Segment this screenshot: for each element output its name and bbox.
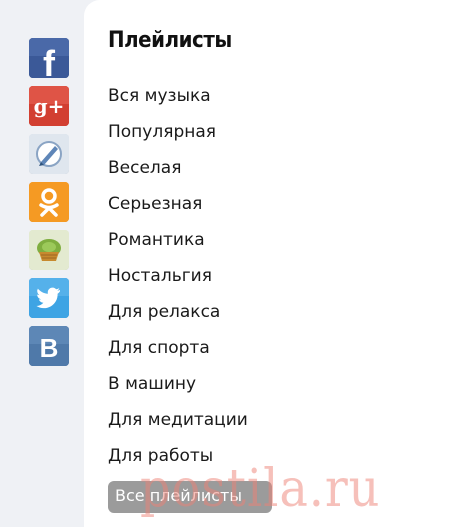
- liveinternet-share-button[interactable]: [29, 230, 69, 270]
- liveinternet-icon: [29, 230, 69, 270]
- google-plus-glyph: g+: [34, 94, 65, 118]
- twitter-share-button[interactable]: [29, 278, 69, 318]
- playlist-link[interactable]: Популярная: [108, 119, 248, 155]
- odnoklassniki-icon: [29, 182, 69, 222]
- twitter-icon: [29, 278, 69, 318]
- livejournal-icon: [29, 134, 69, 174]
- playlist-link[interactable]: В машину: [108, 371, 248, 407]
- playlist-list: Вся музыка Популярная Веселая Серьезная …: [108, 83, 248, 479]
- all-playlists-button[interactable]: Все плейлисты: [108, 481, 272, 513]
- playlist-link[interactable]: Веселая: [108, 155, 248, 191]
- facebook-glyph: f: [43, 43, 56, 78]
- playlist-link[interactable]: Для медитации: [108, 407, 248, 443]
- livejournal-share-button[interactable]: [29, 134, 69, 174]
- playlists-panel: Плейлисты Вся музыка Популярная Веселая …: [84, 0, 460, 527]
- playlist-link[interactable]: Серьезная: [108, 191, 248, 227]
- vkontakte-glyph: B: [40, 333, 59, 363]
- playlist-link[interactable]: Романтика: [108, 227, 248, 263]
- google-plus-share-button[interactable]: g+: [29, 86, 69, 126]
- google-plus-icon: g+: [29, 86, 69, 126]
- facebook-share-button[interactable]: f: [29, 38, 69, 78]
- panel-title: Плейлисты: [108, 28, 232, 53]
- odnoklassniki-share-button[interactable]: [29, 182, 69, 222]
- facebook-icon: f: [29, 38, 69, 78]
- social-share-bar: f g+ B: [29, 38, 75, 374]
- vkontakte-icon: B: [29, 326, 69, 366]
- playlist-link[interactable]: Вся музыка: [108, 83, 248, 119]
- vkontakte-share-button[interactable]: B: [29, 326, 69, 366]
- playlist-link[interactable]: Для спорта: [108, 335, 248, 371]
- playlist-link[interactable]: Для релакса: [108, 299, 248, 335]
- playlist-link[interactable]: Для работы: [108, 443, 248, 479]
- playlist-link[interactable]: Ностальгия: [108, 263, 248, 299]
